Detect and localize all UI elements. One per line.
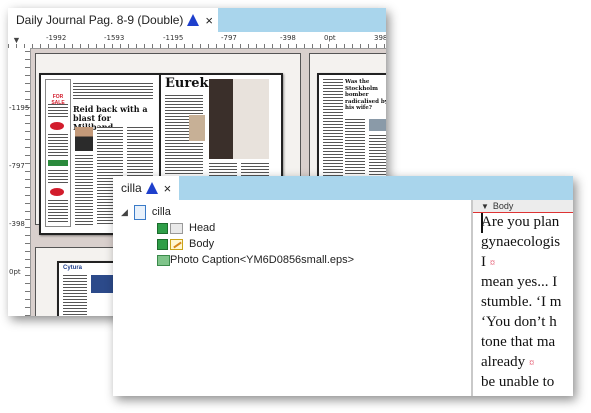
layout-tab-bar: Daily Journal Pag. 8-9 (Double) × (8, 8, 386, 32)
story-window: cilla × ◢ cilla Head Body Photo Caption<… (113, 176, 573, 396)
triangle-icon (145, 182, 158, 194)
tree-item-body[interactable]: Body (157, 236, 214, 252)
document-icon (133, 204, 146, 220)
tree-item-label: Photo Caption<YM6D0856small.eps> (170, 254, 355, 266)
portrait-photo (75, 127, 93, 151)
close-icon[interactable]: × (164, 181, 172, 196)
green-box-icon (157, 238, 168, 250)
text-line: be unable to (481, 374, 555, 390)
tree-item-label: Body (189, 238, 215, 250)
vertical-ruler[interactable]: -1195 -797 -398 0pt (8, 48, 31, 316)
story-tab-title: cilla (121, 181, 142, 195)
tree-root-label: cilla (151, 206, 171, 218)
headline-right: Was the Stockholm bomber radicalised by … (345, 79, 386, 111)
ruler-label: -797 (9, 162, 25, 170)
ruler-label: -1992 (46, 34, 67, 42)
story-tree: ◢ cilla Head Body Photo Caption<YM6D0856… (113, 200, 471, 396)
green-box-icon (157, 222, 168, 234)
text-column (75, 155, 93, 225)
text-line: stumble. ‘I m (481, 294, 562, 310)
news-photo (369, 119, 386, 131)
body-text-icon (170, 238, 183, 250)
horizontal-ruler[interactable]: ▼ -1992 -1593 -1195 -797 -398 0pt 398 (8, 32, 386, 49)
couple-photo (209, 79, 269, 159)
tree-root[interactable]: ◢ cilla (121, 204, 171, 220)
close-icon[interactable]: × (205, 13, 213, 28)
layout-tab-title: Daily Journal Pag. 8-9 (Double) (16, 13, 184, 27)
text-line: ‘You don’t h (481, 314, 557, 330)
tree-item-label: Head (189, 222, 216, 234)
editor-style-header: ▼ Body (473, 200, 573, 213)
text-line: tone that ma (481, 334, 556, 350)
tree-item-head[interactable]: Head (157, 220, 215, 236)
ad-text-block (48, 104, 68, 118)
text-line: gynaecologis (481, 234, 561, 250)
text-column (63, 275, 87, 315)
ruler-label: -398 (9, 220, 25, 228)
text-caret (481, 213, 483, 233)
layout-tab[interactable]: Daily Journal Pag. 8-9 (Double) × (8, 8, 218, 32)
couple-photo-small (189, 115, 205, 141)
ruler-label: 398 (374, 34, 386, 42)
ruler-label: 0pt (9, 268, 21, 276)
text-column (323, 79, 343, 189)
ruler-label: -1195 (9, 104, 30, 112)
spread-page-lower[interactable]: Cytura (57, 261, 121, 316)
ad-banner (48, 160, 68, 166)
ad-text-block (48, 200, 68, 222)
photo-caption-icon (157, 254, 170, 266)
collapse-icon[interactable]: ◢ (121, 207, 128, 218)
ad-text-block (48, 170, 68, 184)
ruler-origin-icon[interactable]: ▼ (12, 35, 21, 45)
ad-logo-icon (50, 188, 64, 196)
paragraph-mark-icon: ¤ (529, 358, 535, 369)
ad-text-block (48, 134, 68, 156)
text-editor[interactable]: ▼ Body Are you plan gynaecologis I ¤ mean… (473, 200, 573, 396)
chevron-down-icon[interactable]: ▼ (481, 202, 489, 211)
ruler-label: -797 (221, 34, 237, 42)
text-column (73, 83, 153, 101)
text-line: already ¤ (481, 354, 535, 370)
text-line: Are you plan (481, 214, 560, 230)
editor-lines: Are you plan gynaecologis I ¤ mean yes...… (473, 213, 573, 393)
ruler-label: -398 (280, 34, 296, 42)
text-line: I ¤ (481, 254, 495, 270)
paragraph-mark-icon: ¤ (490, 258, 495, 269)
editor-style-label: Body (492, 201, 514, 211)
tree-item-photo-caption[interactable]: Photo Caption<YM6D0856small.eps> (157, 252, 354, 268)
ad-column: FOR SALE (45, 79, 71, 227)
ruler-label: -1195 (163, 34, 184, 42)
story-tab-bar: cilla × (113, 176, 573, 200)
text-line: mean yes... I (481, 274, 558, 290)
ruler-label: 0pt (324, 34, 336, 42)
triangle-icon (187, 14, 200, 26)
ruler-label: -1593 (104, 34, 125, 42)
story-tab[interactable]: cilla × (113, 176, 179, 200)
ad-logo-icon (50, 122, 64, 130)
head-text-icon (170, 222, 183, 234)
news-photo (91, 275, 113, 293)
ad-bottom-title: Cytura (63, 265, 83, 271)
